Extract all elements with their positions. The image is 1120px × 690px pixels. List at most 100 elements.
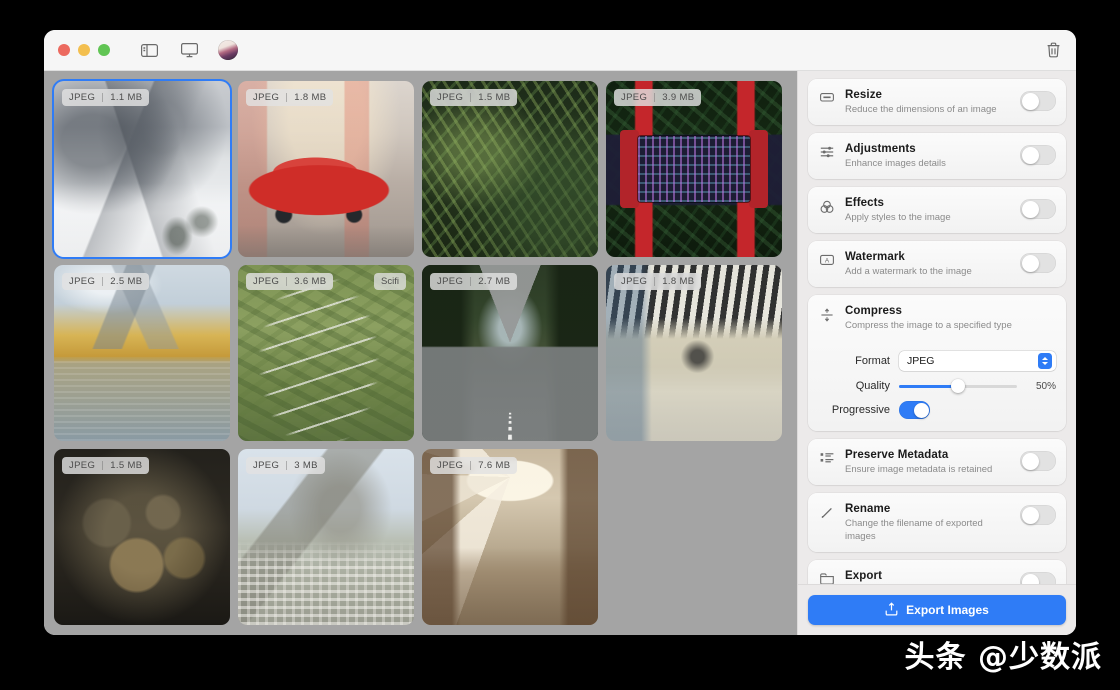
- display-icon[interactable]: [178, 40, 200, 60]
- badge-format: JPEG: [253, 276, 279, 287]
- thumbnail-item[interactable]: JPEG 3 MB: [238, 449, 414, 625]
- option-card-adjustments[interactable]: Adjustments Enhance images details: [808, 133, 1066, 179]
- option-card-compress[interactable]: Compress Compress the image to a specifi…: [808, 295, 1066, 431]
- option-card-rename[interactable]: Rename Change the filename of exported i…: [808, 493, 1066, 552]
- progressive-row: Progressive: [818, 401, 1056, 419]
- thumbnail-badge: JPEG 1.1 MB: [62, 89, 149, 106]
- badge-size: 1.8 MB: [294, 92, 326, 103]
- toggle-preserve-metadata[interactable]: [1020, 451, 1056, 471]
- thumbnail-image: [422, 449, 598, 625]
- titlebar-tools: [138, 40, 238, 60]
- metadata-list-icon: [818, 448, 836, 464]
- format-select[interactable]: JPEG: [899, 351, 1056, 371]
- badge-size: 3.9 MB: [662, 92, 694, 103]
- thumbnail-item[interactable]: JPEG 3.6 MB Scifi: [238, 265, 414, 441]
- export-images-button[interactable]: Export Images: [808, 595, 1066, 625]
- thumbnail-item[interactable]: JPEG 3.9 MB: [606, 81, 782, 257]
- option-title: Adjustments: [845, 142, 1011, 156]
- option-card-resize[interactable]: Resize Reduce the dimensions of an image: [808, 79, 1066, 125]
- thumbnail-image: [54, 449, 230, 625]
- appearance-avatar[interactable]: [218, 40, 238, 60]
- screen: JPEG 1.1 MB JPEG 1.8 MB: [0, 0, 1120, 690]
- minimize-button[interactable]: [78, 44, 90, 56]
- badge-size: 3 MB: [294, 460, 318, 471]
- badge-size: 2.5 MB: [110, 276, 142, 287]
- option-subtitle: Ensure image metadata is retained: [845, 463, 1011, 476]
- badge-size: 3.6 MB: [294, 276, 326, 287]
- option-title: Watermark: [845, 250, 1011, 264]
- toggle-progressive[interactable]: [899, 401, 930, 419]
- badge-format: JPEG: [69, 276, 95, 287]
- option-title: Compress: [845, 304, 1056, 318]
- thumbnail-badge: JPEG 2.7 MB: [430, 273, 517, 290]
- thumbnail-image: [238, 81, 414, 257]
- option-title: Rename: [845, 502, 1011, 516]
- toggle-adjustments[interactable]: [1020, 145, 1056, 165]
- badge-size: 1.1 MB: [110, 92, 142, 103]
- source-watermark: 头条 @少数派: [905, 632, 1102, 676]
- thumbnail-item[interactable]: JPEG 1.5 MB: [422, 81, 598, 257]
- zoom-button[interactable]: [98, 44, 110, 56]
- sidebar-toggle-icon[interactable]: [138, 40, 160, 60]
- option-subtitle: Compress the image to a specified type: [845, 319, 1056, 332]
- decor-joycon-right: [749, 130, 768, 207]
- option-card-preserve-metadata[interactable]: Preserve Metadata Ensure image metadata …: [808, 439, 1066, 485]
- badge-size: 1.5 MB: [478, 92, 510, 103]
- thumbnail-image: [238, 449, 414, 625]
- thumbnail-item[interactable]: JPEG 2.5 MB: [54, 265, 230, 441]
- option-subtitle: Change the filename of exported images: [845, 517, 1011, 543]
- thumbnail-badge: JPEG 3.6 MB: [246, 273, 333, 290]
- format-value: JPEG: [907, 355, 934, 367]
- badge-format: JPEG: [621, 276, 647, 287]
- toggle-rename[interactable]: [1020, 505, 1056, 525]
- window-content: JPEG 1.1 MB JPEG 1.8 MB: [44, 71, 1076, 635]
- option-card-effects[interactable]: Effects Apply styles to the image: [808, 187, 1066, 233]
- thumbnail-item[interactable]: JPEG 1.1 MB: [54, 81, 230, 257]
- option-card-watermark[interactable]: A Watermark Add a watermark to the image: [808, 241, 1066, 287]
- thumbnail-badge: JPEG 2.5 MB: [62, 273, 149, 290]
- image-gallery[interactable]: JPEG 1.1 MB JPEG 1.8 MB: [44, 71, 797, 635]
- thumbnail-item[interactable]: JPEG 1.5 MB: [54, 449, 230, 625]
- titlebar-right: [1042, 40, 1064, 60]
- option-card-export[interactable]: Export Save images to the specified dire…: [808, 560, 1066, 584]
- badge-format: JPEG: [437, 460, 463, 471]
- svg-text:A: A: [825, 258, 830, 265]
- close-button[interactable]: [58, 44, 70, 56]
- thumbnail-image: [54, 81, 230, 257]
- folder-icon: [818, 569, 836, 584]
- option-subtitle: Reduce the dimensions of an image: [845, 103, 1011, 116]
- effects-icon: [818, 196, 836, 214]
- toggle-export[interactable]: [1020, 572, 1056, 584]
- thumbnail-item[interactable]: JPEG 1.8 MB: [606, 265, 782, 441]
- export-upload-icon: [885, 602, 898, 619]
- compress-fields: Format JPEG Quality: [818, 351, 1056, 419]
- thumbnail-badge: JPEG 1.8 MB: [246, 89, 333, 106]
- badge-format: JPEG: [69, 92, 95, 103]
- options-list[interactable]: Resize Reduce the dimensions of an image: [798, 71, 1076, 584]
- option-title: Export: [845, 569, 1011, 583]
- toggle-resize[interactable]: [1020, 91, 1056, 111]
- option-title: Effects: [845, 196, 1011, 210]
- badge-format: JPEG: [69, 460, 95, 471]
- thumbnail-item[interactable]: JPEG 2.7 MB: [422, 265, 598, 441]
- badge-size: 7.6 MB: [478, 460, 510, 471]
- thumbnail-item[interactable]: JPEG 7.6 MB: [422, 449, 598, 625]
- toggle-watermark[interactable]: [1020, 253, 1056, 273]
- badge-size: 1.5 MB: [110, 460, 142, 471]
- thumbnail-tag: Scifi: [374, 273, 406, 290]
- progressive-label: Progressive: [818, 404, 890, 416]
- toggle-effects[interactable]: [1020, 199, 1056, 219]
- thumbnail-badge: JPEG 7.6 MB: [430, 457, 517, 474]
- thumbnail-image: [54, 265, 230, 441]
- option-subtitle: Enhance images details: [845, 157, 1011, 170]
- quality-slider[interactable]: [899, 379, 1017, 393]
- badge-format: JPEG: [253, 92, 279, 103]
- traffic-lights: [58, 44, 110, 56]
- decor-joycon-left: [620, 130, 639, 207]
- thumbnail-item[interactable]: JPEG 1.8 MB: [238, 81, 414, 257]
- trash-icon[interactable]: [1042, 40, 1064, 60]
- panel-footer: Export Images: [798, 584, 1076, 635]
- thumbnail-image: [422, 81, 598, 257]
- option-title: Preserve Metadata: [845, 448, 1011, 462]
- badge-format: JPEG: [621, 92, 647, 103]
